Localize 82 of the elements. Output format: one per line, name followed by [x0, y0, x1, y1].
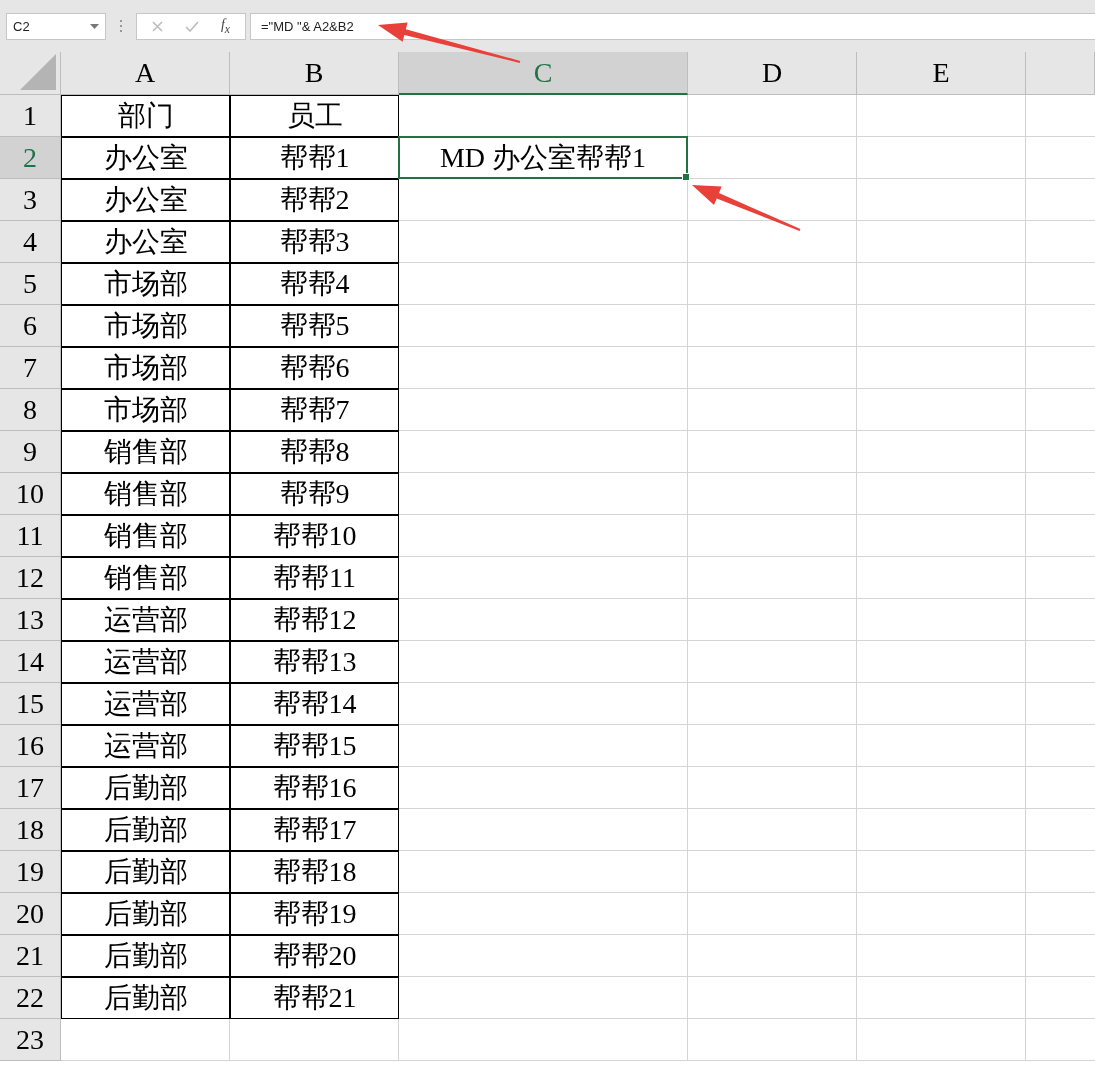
table-cell: 帮帮8: [230, 431, 399, 473]
table-cell: 帮帮10: [230, 515, 399, 557]
table-cell: 运营部: [61, 599, 230, 641]
row-header[interactable]: 23: [0, 1019, 61, 1061]
row-header[interactable]: 3: [0, 179, 61, 221]
table-cell: 办公室: [61, 179, 230, 221]
row-header[interactable]: 13: [0, 599, 61, 641]
table-cell: 销售部: [61, 557, 230, 599]
table-cell: 帮帮16: [230, 767, 399, 809]
table-cell: 后勤部: [61, 935, 230, 977]
table-cell: 运营部: [61, 641, 230, 683]
table-cell: 帮帮15: [230, 725, 399, 767]
table-cell: 帮帮17: [230, 809, 399, 851]
table-cell: 后勤部: [61, 809, 230, 851]
table-cell: 帮帮3: [230, 221, 399, 263]
table-cell: 帮帮6: [230, 347, 399, 389]
row-header[interactable]: 18: [0, 809, 61, 851]
column-header[interactable]: A: [61, 52, 230, 95]
row-header[interactable]: 5: [0, 263, 61, 305]
table-cell: 市场部: [61, 347, 230, 389]
table-cell: 销售部: [61, 431, 230, 473]
row-header[interactable]: 4: [0, 221, 61, 263]
insert-function-button[interactable]: f$_{x}$: [220, 16, 230, 36]
name-box[interactable]: C2: [6, 12, 106, 40]
column-header[interactable]: E: [857, 52, 1026, 95]
table-cell: 销售部: [61, 515, 230, 557]
table-cell: 后勤部: [61, 851, 230, 893]
row-header[interactable]: 19: [0, 851, 61, 893]
table-cell: 帮帮13: [230, 641, 399, 683]
table-cell: 帮帮12: [230, 599, 399, 641]
column-header[interactable]: C: [399, 52, 688, 95]
table-cell: 办公室: [61, 221, 230, 263]
row-header[interactable]: 7: [0, 347, 61, 389]
table-cell: 帮帮2: [230, 179, 399, 221]
row-header[interactable]: 14: [0, 641, 61, 683]
table-cell: 市场部: [61, 263, 230, 305]
table-cell: 帮帮20: [230, 935, 399, 977]
row-header[interactable]: 12: [0, 557, 61, 599]
row-header[interactable]: 2: [0, 137, 61, 179]
table-cell: 运营部: [61, 683, 230, 725]
row-header[interactable]: 15: [0, 683, 61, 725]
caret-icon[interactable]: [90, 23, 99, 29]
table-cell: 帮帮14: [230, 683, 399, 725]
select-all-button[interactable]: [0, 52, 61, 95]
table-cell: 帮帮1: [230, 137, 399, 179]
row-header[interactable]: 17: [0, 767, 61, 809]
table-cell: 帮帮9: [230, 473, 399, 515]
table-cell: 后勤部: [61, 893, 230, 935]
cell-reference: C2: [13, 18, 30, 34]
formula-field[interactable]: ="MD "& A2&B2: [250, 12, 1095, 40]
table-cell: 运营部: [61, 725, 230, 767]
row-header[interactable]: 8: [0, 389, 61, 431]
table-cell: 帮帮19: [230, 893, 399, 935]
row-header[interactable]: 21: [0, 935, 61, 977]
active-cell[interactable]: MD 办公室帮帮1: [398, 136, 688, 179]
column-header[interactable]: B: [230, 52, 399, 95]
table-cell: 后勤部: [61, 977, 230, 1019]
table-cell: 帮帮18: [230, 851, 399, 893]
table-cell: 帮帮4: [230, 263, 399, 305]
row-header[interactable]: 6: [0, 305, 61, 347]
row-header[interactable]: 20: [0, 893, 61, 935]
row-header[interactable]: 9: [0, 431, 61, 473]
row-header[interactable]: 22: [0, 977, 61, 1019]
table-cell: 部门: [61, 95, 230, 137]
table-cell: 市场部: [61, 305, 230, 347]
column-header[interactable]: D: [688, 52, 857, 95]
row-header[interactable]: 1: [0, 95, 61, 137]
row-header[interactable]: 10: [0, 473, 61, 515]
table-cell: 帮帮7: [230, 389, 399, 431]
table-cell: 员工: [230, 95, 399, 137]
check-icon[interactable]: [184, 20, 199, 32]
table-cell: 办公室: [61, 137, 230, 179]
table-cell: 市场部: [61, 389, 230, 431]
table-cell: 帮帮5: [230, 305, 399, 347]
table-cell: 销售部: [61, 473, 230, 515]
table-cell: 帮帮21: [230, 977, 399, 1019]
drag-handle-icon[interactable]: [119, 20, 123, 32]
table-cell: 后勤部: [61, 767, 230, 809]
row-header[interactable]: 11: [0, 515, 61, 557]
table-cell: 帮帮11: [230, 557, 399, 599]
row-header[interactable]: 16: [0, 725, 61, 767]
cancel-icon[interactable]: [152, 20, 163, 32]
